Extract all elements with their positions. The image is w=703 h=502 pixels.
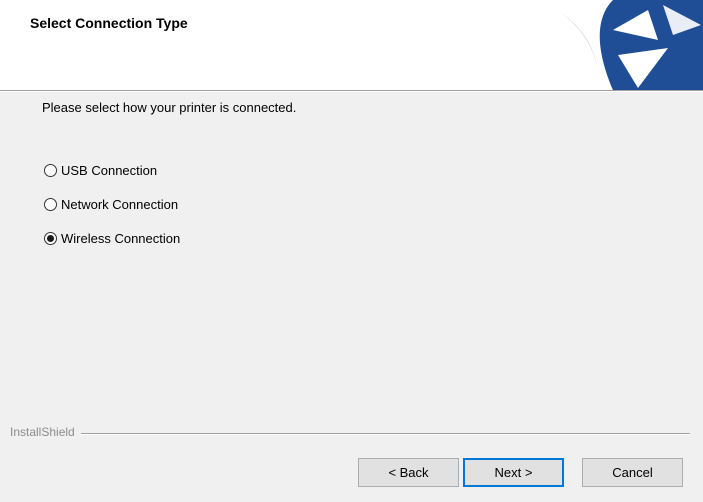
radio-label: Network Connection (61, 197, 179, 212)
radio-label: Wireless Connection (61, 231, 181, 246)
installshield-brand: InstallShield (10, 425, 81, 439)
back-button[interactable]: < Back (358, 458, 459, 487)
radio-button-icon[interactable] (44, 164, 57, 177)
installshield-logo-icon (553, 0, 703, 90)
radio-network-connection[interactable]: Network Connection (44, 197, 178, 212)
header-divider-highlight (0, 91, 703, 92)
connection-prompt: Please select how your printer is connec… (42, 100, 297, 115)
radio-usb-connection[interactable]: USB Connection (44, 163, 157, 178)
header-banner: Select Connection Type (0, 0, 703, 90)
footer-divider-highlight (10, 434, 690, 435)
radio-button-icon[interactable] (44, 198, 57, 211)
next-button[interactable]: Next > (463, 458, 564, 487)
page-title: Select Connection Type (30, 15, 188, 31)
radio-button-selected-icon[interactable] (44, 232, 57, 245)
radio-wireless-connection[interactable]: Wireless Connection (44, 231, 180, 246)
cancel-button[interactable]: Cancel (582, 458, 683, 487)
radio-label: USB Connection (61, 163, 158, 178)
